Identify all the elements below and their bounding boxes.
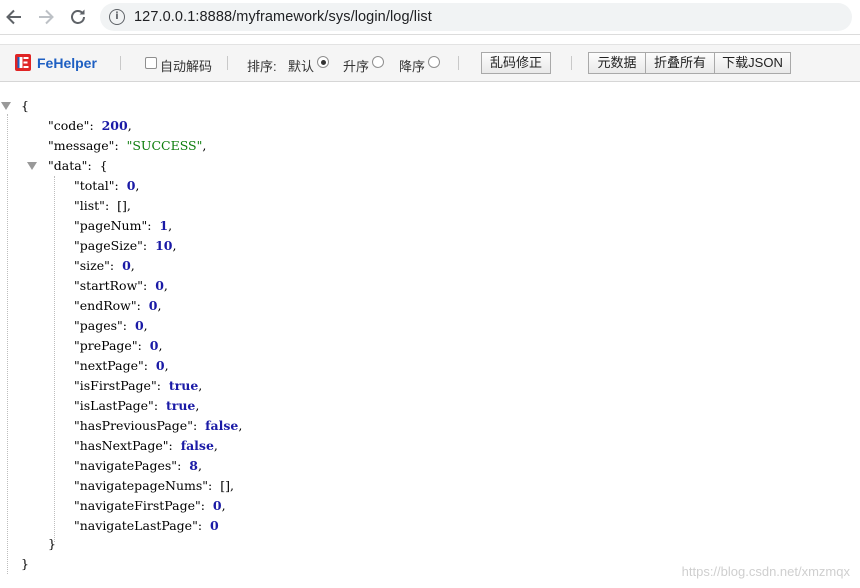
json-value: [] — [117, 198, 127, 213]
json-row: "isFirstPage": true, — [74, 378, 203, 393]
fehelper-logo-icon — [15, 54, 31, 71]
json-row: "size": 0, — [74, 258, 135, 273]
json-key: "total" — [74, 178, 115, 193]
sort-desc-label[interactable]: 降序 — [399, 56, 425, 75]
indent-guide — [54, 176, 55, 542]
fix-encoding-button[interactable]: 乱码修正 — [481, 52, 551, 74]
json-row-message: "message": "SUCCESS", — [48, 138, 207, 153]
json-row: "list": [], — [74, 198, 131, 213]
json-row: "startRow": 0, — [74, 278, 168, 293]
json-key: "endRow" — [74, 298, 137, 313]
json-row: "endRow": 0, — [74, 298, 162, 313]
json-key: "prePage" — [74, 338, 138, 353]
json-value: true — [165, 398, 196, 413]
json-value: true — [168, 378, 199, 393]
json-key: "nextPage" — [74, 358, 144, 373]
json-key: "code" — [48, 118, 90, 133]
fehelper-toolbar: FeHelper 自动解码 排序: 默认 升序 降序 乱码修正 元数据 折叠所有… — [0, 44, 860, 82]
data-open-brace: { — [99, 158, 108, 173]
json-row: "navigatepageNums": [], — [74, 478, 234, 493]
json-value: 0 — [210, 518, 219, 533]
json-key: "pageNum" — [74, 218, 148, 233]
json-key: "pageSize" — [74, 238, 143, 253]
auto-decode-checkbox[interactable] — [145, 57, 157, 69]
json-key: "hasPreviousPage" — [74, 418, 193, 433]
json-row: "isLastPage": true, — [74, 398, 200, 413]
json-value: 1 — [159, 218, 169, 233]
json-key: "isLastPage" — [74, 398, 154, 413]
json-value: false — [205, 418, 239, 433]
info-icon[interactable]: i — [109, 9, 125, 25]
watermark: https://blog.csdn.net/xmzmqx — [681, 564, 850, 579]
json-row: "prePage": 0, — [74, 338, 163, 353]
url-text: 127.0.0.1:8888/myframework/sys/login/log… — [134, 9, 432, 25]
divider — [571, 56, 572, 70]
browser-toolbar: i 127.0.0.1:8888/myframework/sys/login/l… — [0, 0, 860, 35]
json-key: "startRow" — [74, 278, 144, 293]
collapse-root-icon[interactable] — [1, 102, 11, 110]
json-key: "navigatePages" — [74, 458, 178, 473]
divider — [120, 56, 121, 70]
divider — [458, 56, 459, 70]
sort-asc-radio[interactable] — [372, 56, 384, 68]
json-row: "navigateLastPage": 0 — [74, 518, 219, 533]
json-row: "pages": 0, — [74, 318, 148, 333]
json-key: "pages" — [74, 318, 123, 333]
json-value: false — [180, 438, 214, 453]
json-value: [] — [220, 478, 230, 493]
indent-guide — [7, 114, 8, 574]
json-value: 0 — [122, 258, 131, 273]
json-row: "pageSize": 10, — [74, 238, 177, 253]
json-key: "size" — [74, 258, 110, 273]
json-row: "navigatePages": 8, — [74, 458, 202, 473]
json-key: "navigatepageNums" — [74, 478, 209, 493]
sort-label: 排序: — [247, 59, 277, 74]
json-key: "list" — [74, 198, 105, 213]
address-bar[interactable]: i 127.0.0.1:8888/myframework/sys/login/l… — [100, 3, 852, 31]
json-value: 0 — [134, 318, 144, 333]
json-value: 0 — [155, 358, 165, 373]
data-close-brace: } — [48, 536, 56, 551]
fehelper-title: FeHelper — [37, 55, 97, 71]
divider — [227, 56, 228, 70]
json-key: "message" — [48, 138, 115, 153]
raw-data-button[interactable]: 元数据 — [588, 52, 646, 74]
json-row: "hasNextPage": false, — [74, 438, 218, 453]
json-value: 200 — [101, 118, 128, 133]
sort-default-label[interactable]: 默认 — [288, 56, 314, 75]
root-close-brace: } — [21, 556, 29, 571]
collapse-all-button[interactable]: 折叠所有 — [645, 52, 715, 74]
json-row: "hasPreviousPage": false, — [74, 418, 243, 433]
json-row: "nextPage": 0, — [74, 358, 169, 373]
reload-icon[interactable] — [67, 6, 89, 28]
forward-icon[interactable] — [35, 6, 57, 28]
json-value: 0 — [155, 278, 164, 293]
sort-desc-radio[interactable] — [428, 56, 440, 68]
json-key: "hasNextPage" — [74, 438, 169, 453]
collapse-data-icon[interactable] — [27, 162, 37, 170]
json-key: "navigateLastPage" — [74, 518, 198, 533]
auto-decode-label[interactable]: 自动解码 — [160, 56, 212, 75]
json-viewer: { "code": 200, "message": "SUCCESS", "da… — [0, 90, 860, 588]
sort-asc-label[interactable]: 升序 — [343, 56, 369, 75]
json-value: 8 — [189, 458, 198, 473]
json-key: "data" — [48, 158, 88, 173]
download-json-button[interactable]: 下载JSON — [714, 52, 791, 74]
json-value: 0 — [212, 498, 222, 513]
json-key: "isFirstPage" — [74, 378, 157, 393]
back-icon[interactable] — [3, 6, 25, 28]
sort-default-radio[interactable] — [317, 56, 329, 68]
root-open-brace: { — [21, 98, 29, 113]
json-key: "navigateFirstPage" — [74, 498, 201, 513]
json-row: "total": 0, — [74, 178, 140, 193]
json-row: "navigateFirstPage": 0, — [74, 498, 226, 513]
json-row: "pageNum": 1, — [74, 218, 173, 233]
json-value: 10 — [155, 238, 173, 253]
json-row-data: "data": { — [48, 158, 108, 173]
json-value: "SUCCESS" — [126, 138, 203, 153]
json-row-code: "code": 200, — [48, 118, 132, 133]
